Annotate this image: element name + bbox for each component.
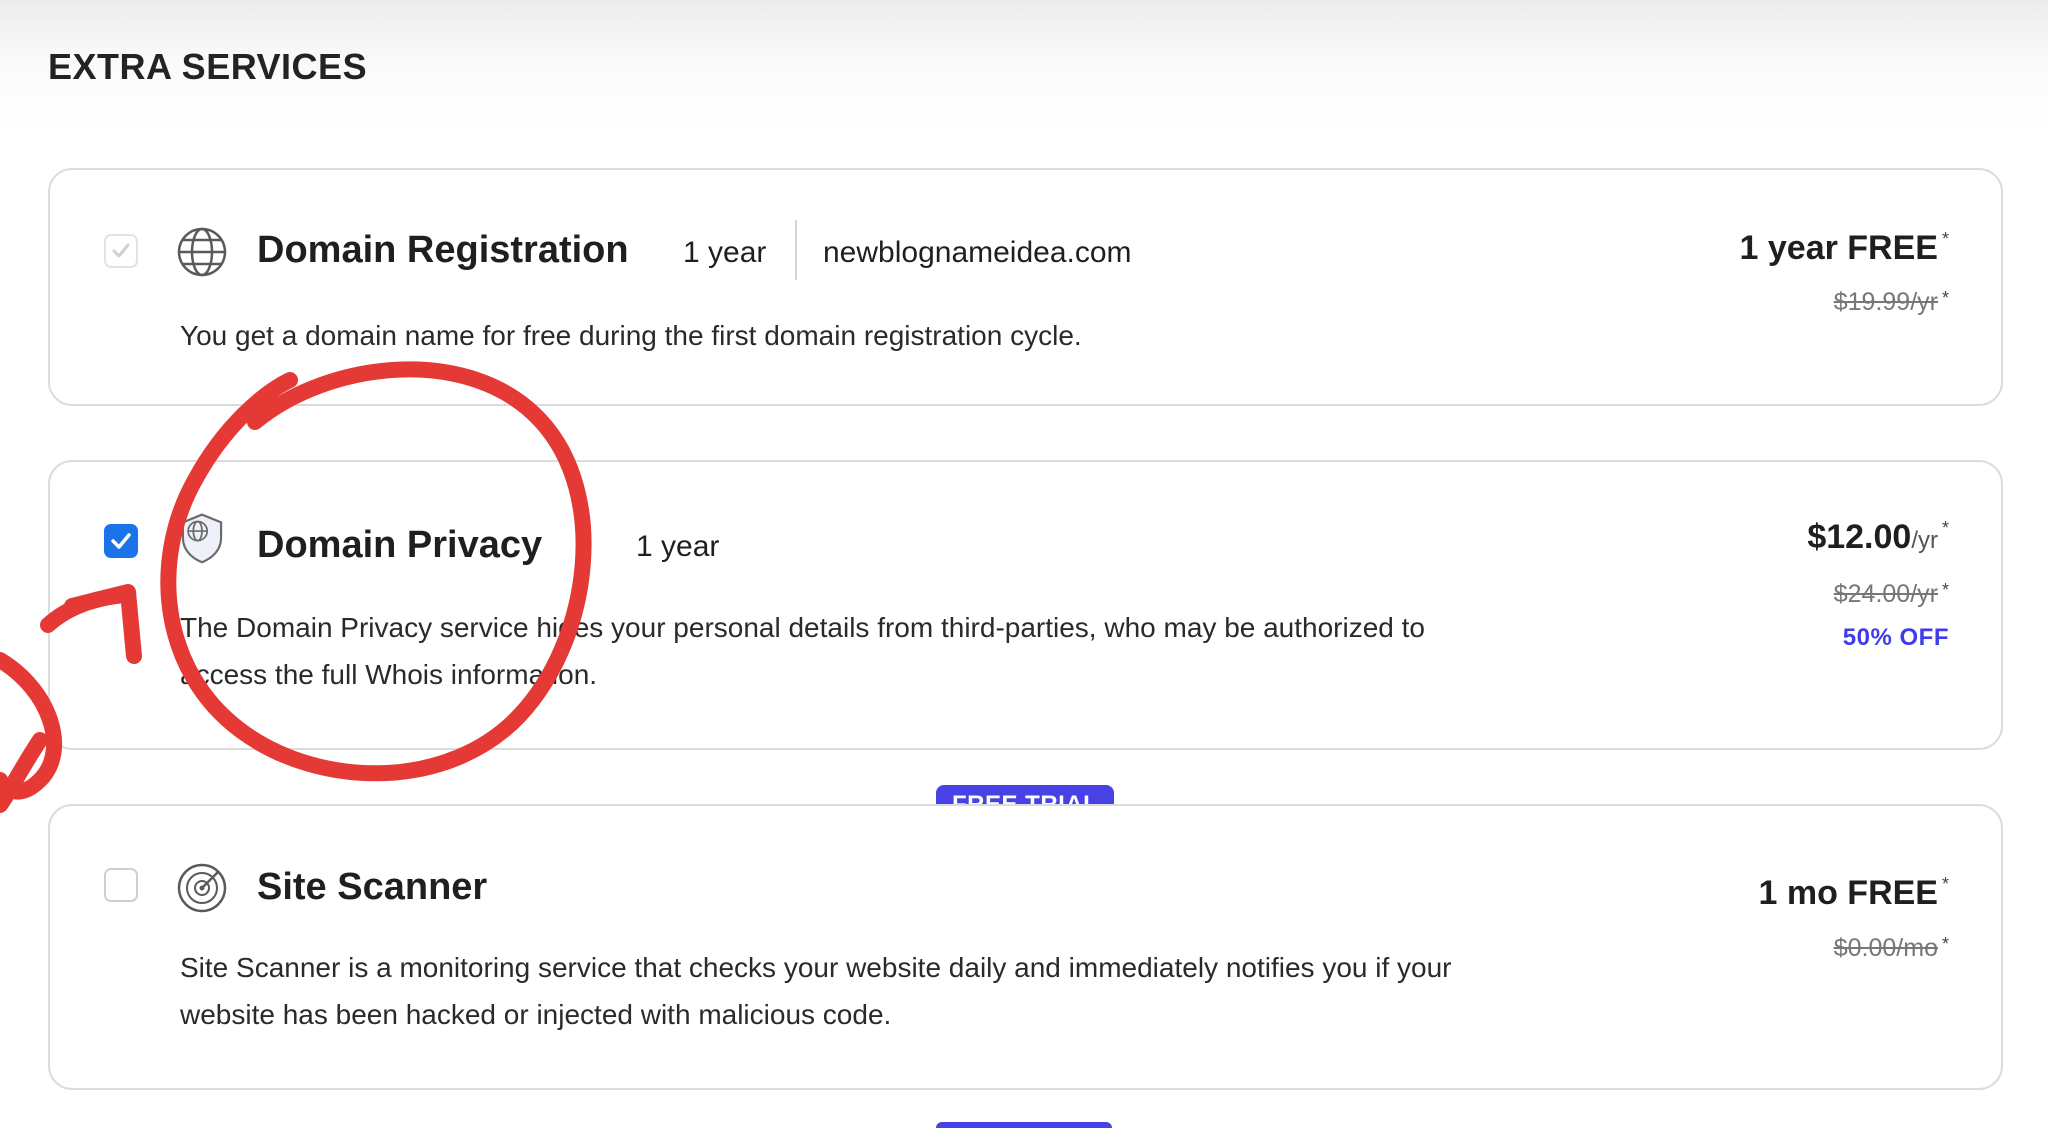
price-current: 1 year FREE * (1739, 229, 1949, 267)
next-card-badge (936, 1122, 1112, 1128)
price-original: $19.99/yr * (1833, 288, 1949, 316)
domain-registration-checkbox[interactable] (104, 234, 138, 268)
domain-name: newblognameidea.com (823, 236, 1132, 269)
price-original: $0.00/mo * (1833, 934, 1949, 962)
service-period: 1 year (636, 530, 720, 563)
price-original: $24.00/yr * (1833, 580, 1949, 608)
service-name: Domain Registration (257, 229, 629, 271)
shield-globe-icon (181, 513, 223, 564)
discount-label: 50% OFF (1842, 624, 1949, 651)
domain-privacy-checkbox[interactable] (104, 524, 138, 558)
service-period: 1 year (683, 236, 767, 269)
price-current: $12.00/yr * (1807, 518, 1949, 556)
check-icon (112, 243, 130, 258)
service-card-site-scanner: Site Scanner Site Scanner is a monitorin… (48, 804, 2003, 1090)
section-title: EXTRA SERVICES (48, 46, 368, 87)
service-description: You get a domain name for free during th… (180, 320, 1082, 351)
service-name: Domain Privacy (257, 524, 543, 566)
service-card-domain-registration: Domain Registration 1 year newblognameid… (48, 168, 2003, 406)
site-scanner-checkbox[interactable] (104, 868, 138, 902)
service-description: Site Scanner is a monitoring service tha… (180, 952, 1452, 1030)
check-icon (111, 533, 131, 549)
divider (795, 220, 797, 280)
price-current: 1 mo FREE * (1758, 874, 1950, 912)
globe-icon (177, 227, 227, 277)
service-card-domain-privacy: Domain Privacy 1 year The Domain Privacy… (48, 460, 2003, 750)
radar-scan-icon (177, 863, 227, 913)
service-description: The Domain Privacy service hides your pe… (180, 612, 1426, 690)
service-name: Site Scanner (257, 866, 488, 908)
extra-services-page: EXTRA SERVICES Domain Registration 1 yea… (0, 0, 2048, 1128)
